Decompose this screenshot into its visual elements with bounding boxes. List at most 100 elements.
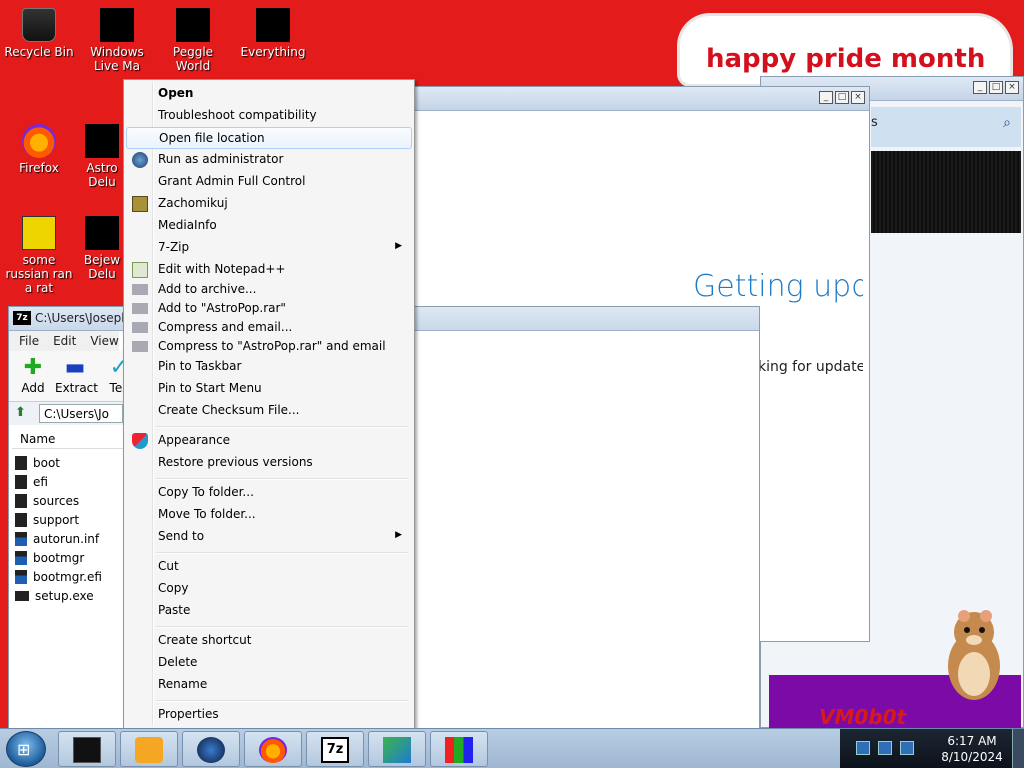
menu-edit[interactable]: Edit: [53, 334, 76, 348]
shield-icon: [132, 433, 148, 449]
menu-file[interactable]: File: [19, 334, 39, 348]
menu-item-label: Compress and email...: [158, 320, 293, 334]
menu-item-paste[interactable]: Paste: [126, 600, 412, 622]
show-desktop-button[interactable]: [1012, 729, 1024, 768]
taskbar-firefox[interactable]: [244, 731, 302, 767]
list-item[interactable]: support: [15, 510, 125, 529]
menu-item-checksum[interactable]: Create Checksum File...: [126, 400, 412, 422]
menu-separator: [156, 700, 408, 702]
menu-item-mediainfo[interactable]: MediaInfo: [126, 215, 412, 237]
list-item[interactable]: autorun.inf: [15, 529, 125, 548]
menu-item-7zip[interactable]: 7-Zip ▶: [126, 237, 412, 259]
maximize-button[interactable]: □: [989, 81, 1003, 94]
desktop-icon-label: Everything: [240, 45, 306, 59]
menu-item-properties[interactable]: Properties: [126, 704, 412, 726]
desktop-icon-document[interactable]: some russian ran a rat: [2, 216, 76, 295]
taskbar-installer[interactable]: [368, 731, 426, 767]
extract-button[interactable]: ▬ Extract: [55, 355, 98, 395]
list-item[interactable]: sources: [15, 491, 125, 510]
taskbar-globe[interactable]: [182, 731, 240, 767]
file-name: sources: [33, 493, 80, 508]
close-button[interactable]: ×: [851, 91, 865, 104]
taskbar-app-window[interactable]: [58, 731, 116, 767]
menu-item-label: Create shortcut: [158, 633, 252, 647]
menu-item-pin-start[interactable]: Pin to Start Menu: [126, 378, 412, 400]
desktop-icon-everything[interactable]: Everything: [236, 8, 310, 59]
list-item[interactable]: setup.exe: [15, 586, 125, 605]
file-name: efi: [33, 474, 48, 489]
menu-item-pin-taskbar[interactable]: Pin to Taskbar: [126, 356, 412, 378]
desktop-icon-label: Windows Live Ma: [90, 45, 144, 73]
menu-item-notepad[interactable]: Edit with Notepad++: [126, 259, 412, 281]
list-item[interactable]: efi: [15, 472, 125, 491]
maximize-button[interactable]: □: [835, 91, 849, 104]
desktop-icon-peggle-world[interactable]: Peggle World: [156, 8, 230, 73]
desktop-icon-recycle-bin[interactable]: Recycle Bin: [2, 8, 76, 59]
taskbar-paint[interactable]: [430, 731, 488, 767]
menu-item-run-as-admin[interactable]: Run as administrator: [126, 149, 412, 171]
menu-item-cut[interactable]: Cut: [126, 556, 412, 578]
list-item[interactable]: boot: [15, 453, 125, 472]
start-button[interactable]: ⊞: [6, 731, 46, 767]
desktop-icon-bejeweled[interactable]: Bejew Delu: [80, 216, 124, 281]
menu-item-open[interactable]: Open: [126, 83, 412, 105]
path-input[interactable]: C:\Users\Jo: [39, 404, 123, 423]
windows-live-mail-icon: [100, 8, 134, 42]
folder-icon: [15, 512, 27, 527]
windows-logo-icon: ⊞: [17, 740, 31, 759]
menu-item-rename[interactable]: Rename: [126, 674, 412, 696]
minimize-button[interactable]: _: [819, 91, 833, 104]
menu-item-open-file-location[interactable]: Open file location: [126, 127, 412, 149]
tray-display-icon[interactable]: [878, 741, 892, 755]
desktop-icon-firefox[interactable]: Firefox: [2, 124, 76, 175]
menu-item-appearance[interactable]: Appearance: [126, 430, 412, 452]
column-header-name[interactable]: Name: [12, 429, 125, 449]
clock[interactable]: 6:17 AM 8/10/2024: [932, 733, 1012, 765]
menu-item-label: Open: [158, 86, 194, 100]
menu-item-copy-to-folder[interactable]: Copy To folder...: [126, 482, 412, 504]
menu-item-copy[interactable]: Copy: [126, 578, 412, 600]
menu-item-delete[interactable]: Delete: [126, 652, 412, 674]
taskbar-7zip[interactable]: 7z: [306, 731, 364, 767]
hamster-mascot-icon: [948, 610, 1000, 700]
menu-item-grant-admin[interactable]: Grant Admin Full Control: [126, 171, 412, 193]
list-item[interactable]: bootmgr: [15, 548, 125, 567]
document-icon: [22, 216, 56, 250]
menu-separator: [156, 426, 408, 428]
menu-item-troubleshoot[interactable]: Troubleshoot compatibility: [126, 105, 412, 127]
desktop-icon-astropop[interactable]: Astro Delu: [80, 124, 124, 189]
winrar-icon: [132, 322, 148, 333]
desktop-icon-windows-live-mail[interactable]: Windows Live Ma: [80, 8, 154, 73]
clock-date: 8/10/2024: [941, 750, 1003, 764]
menu-item-send-to[interactable]: Send to ▶: [126, 526, 412, 548]
menu-item-label: Grant Admin Full Control: [158, 174, 306, 188]
minimize-button[interactable]: _: [973, 81, 987, 94]
desktop-banner: happy pride month: [680, 16, 1010, 84]
close-button[interactable]: ×: [1005, 81, 1019, 94]
tray-volume-icon[interactable]: [900, 741, 914, 755]
installer-icon: [383, 737, 411, 763]
search-icon[interactable]: ⌕: [1003, 115, 1011, 131]
menu-item-restore-versions[interactable]: Restore previous versions: [126, 452, 412, 474]
menu-item-move-to-folder[interactable]: Move To folder...: [126, 504, 412, 526]
add-button[interactable]: ✚ Add: [13, 355, 53, 395]
explorer-toolbar-strip: [871, 151, 1021, 233]
menu-item-compress-rar-email[interactable]: Compress to "AstroPop.rar" and email: [126, 336, 412, 358]
menu-item-zachomikuj[interactable]: Zachomikuj: [126, 193, 412, 215]
up-folder-icon[interactable]: ⬆: [15, 405, 31, 421]
menu-view[interactable]: View: [90, 334, 118, 348]
update-titlebar[interactable]: _ □ ×: [385, 87, 869, 111]
taskbar-media-player[interactable]: [120, 731, 178, 767]
menu-separator: [156, 478, 408, 480]
tray-network-icon[interactable]: [856, 741, 870, 755]
file-name: bootmgr.efi: [33, 569, 102, 584]
menu-item-create-shortcut[interactable]: Create shortcut: [126, 630, 412, 652]
everything-search-icon: [256, 8, 290, 42]
system-tray: 6:17 AM 8/10/2024: [840, 729, 1024, 768]
shield-globe-icon: [132, 152, 148, 168]
astropop-deluxe-icon: [85, 124, 119, 158]
toolbar: ✚ Add ▬ Extract ✓ Tes: [9, 351, 128, 401]
menu-item-label: Delete: [158, 655, 198, 669]
list-item[interactable]: bootmgr.efi: [15, 567, 125, 586]
search-box[interactable]: s ⌕: [871, 107, 1021, 147]
